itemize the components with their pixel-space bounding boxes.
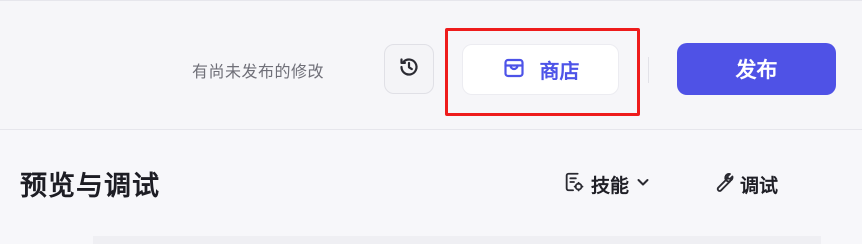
store-label: 商店 — [539, 59, 580, 83]
store-button[interactable]: 商店 — [462, 44, 619, 95]
wrench-icon — [712, 171, 734, 197]
skill-doc-icon — [563, 171, 585, 197]
tab-skills-label: 技能 — [591, 174, 630, 197]
publish-label: 发布 — [735, 58, 778, 82]
tab-skills[interactable]: 技能 — [563, 170, 651, 198]
top-toolbar: 有尚未发布的修改 商店 发布 — [0, 0, 862, 130]
panel-title: 预览与调试 — [20, 171, 160, 202]
tab-debug[interactable]: 调试 — [712, 170, 778, 198]
tab-debug-label: 调试 — [740, 174, 779, 197]
toolbar-divider — [648, 57, 649, 83]
unpublished-changes-text: 有尚未发布的修改 — [192, 62, 325, 81]
chevron-down-icon — [635, 174, 651, 194]
history-button[interactable] — [384, 44, 434, 94]
publish-button[interactable]: 发布 — [677, 43, 836, 95]
history-clock-icon — [397, 55, 421, 83]
content-area-top — [93, 236, 821, 244]
store-icon — [502, 56, 526, 84]
